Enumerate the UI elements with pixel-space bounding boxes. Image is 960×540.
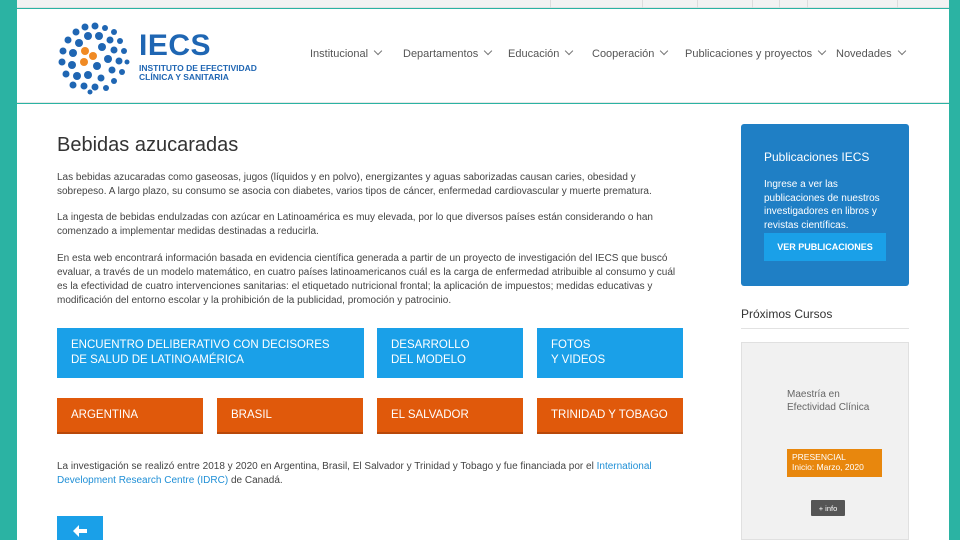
- fotos-videos-button[interactable]: Fotos y videos: [537, 328, 683, 378]
- utility-divider: [752, 0, 753, 8]
- page-title: Bebidas azucaradas: [57, 134, 239, 156]
- research-paragraph: En esta web encontrará información basad…: [57, 253, 676, 306]
- utility-divider: [550, 0, 551, 8]
- course-name: Maestría en Efectividad Clínica: [787, 389, 870, 413]
- course-start: Inicio: Marzo, 2020: [792, 461, 864, 472]
- nav-novedades[interactable]: Novedades: [836, 46, 906, 60]
- courses-heading: Próximos Cursos: [741, 307, 833, 321]
- nav-label: Cooperación: [592, 48, 655, 60]
- publications-card: Publicaciones IECS Ingrese a ver las pub…: [741, 124, 909, 286]
- nav-label: Novedades: [836, 48, 892, 60]
- utility-divider: [697, 0, 698, 8]
- logo-subtitle: INSTITUTO DE EFECTIVIDAD CLÍNICA Y SANIT…: [139, 64, 257, 82]
- brasil-button[interactable]: Brasil: [217, 398, 363, 434]
- nav-label: Educación: [508, 48, 560, 60]
- site-header: IECS INSTITUTO DE EFECTIVIDAD CLÍNICA Y …: [17, 9, 949, 103]
- course-status-badge: PRESENCIAL Inicio: Marzo, 2020: [787, 449, 882, 477]
- consumption-paragraph: La ingesta de bebidas endulzadas con azú…: [57, 212, 653, 237]
- nav-label: Departamentos: [403, 48, 479, 60]
- funding-paragraph: La investigación se realizó entre 2018 y…: [57, 460, 697, 488]
- funding-text: La investigación se realizó entre 2018 y…: [57, 461, 597, 472]
- logo-dots-icon: [58, 22, 130, 95]
- chevron-down-icon: [565, 46, 574, 56]
- button-line: Desarrollo: [391, 339, 470, 351]
- logo-subtitle-line2: CLÍNICA Y SANITARIA: [139, 72, 229, 82]
- iecs-logo[interactable]: IECS INSTITUTO DE EFECTIVIDAD CLÍNICA Y …: [57, 21, 277, 95]
- desarrollo-modelo-button[interactable]: Desarrollo del modelo: [377, 328, 523, 378]
- utility-divider: [897, 0, 898, 8]
- button-label: Trinidad y Tobago: [551, 408, 668, 421]
- chevron-down-icon: [373, 46, 383, 56]
- main-content: Bebidas azucaradas Las bebidas azucarada…: [17, 104, 949, 540]
- intro-paragraph: Las bebidas azucaradas como gaseosas, ju…: [57, 172, 652, 197]
- chevron-down-icon: [897, 46, 906, 56]
- top-utility-bar: [17, 0, 949, 8]
- logo-name: IECS: [139, 29, 212, 62]
- utility-divider: [807, 0, 808, 8]
- nav-institucional[interactable]: Institucional: [310, 46, 383, 60]
- button-label: Brasil: [231, 408, 272, 421]
- funding-text-end: de Canadá.: [228, 475, 283, 486]
- encuentro-deliberativo-button[interactable]: Encuentro deliberativo con decisores de s…: [57, 328, 364, 378]
- back-button[interactable]: [57, 516, 103, 540]
- button-line: Encuentro deliberativo con decisores: [71, 339, 330, 351]
- button-label: Argentina: [71, 408, 139, 421]
- button-label: El Salvador: [391, 408, 469, 421]
- nav-label: Publicaciones y proyectos: [685, 48, 813, 60]
- argentina-button[interactable]: Argentina: [57, 398, 203, 434]
- publications-description: Ingrese a ver las publicaciones de nuest…: [764, 179, 880, 231]
- utility-divider: [642, 0, 643, 8]
- utility-divider: [779, 0, 780, 8]
- trinidad-tobago-button[interactable]: Trinidad y Tobago: [537, 398, 683, 434]
- button-line: del modelo: [391, 354, 466, 366]
- nav-publicaciones[interactable]: Publicaciones y proyectos: [685, 46, 827, 60]
- chevron-down-icon: [660, 46, 669, 56]
- course-card: Maestría en Efectividad Clínica PRESENCI…: [741, 342, 909, 540]
- arrow-left-icon: [73, 525, 87, 537]
- nav-label: Institucional: [310, 48, 369, 60]
- nav-departamentos[interactable]: Departamentos: [403, 46, 493, 60]
- course-more-info-button[interactable]: + info: [811, 500, 845, 516]
- courses-divider: [741, 328, 909, 329]
- button-line: y videos: [551, 354, 606, 366]
- chevron-down-icon: [483, 46, 493, 56]
- el-salvador-button[interactable]: El Salvador: [377, 398, 523, 434]
- publications-title: Publicaciones IECS: [764, 150, 870, 164]
- nav-cooperacion[interactable]: Cooperación: [592, 46, 669, 60]
- ver-publicaciones-button[interactable]: VER PUBLICACIONES: [764, 233, 886, 261]
- button-line: Fotos: [551, 339, 591, 351]
- nav-educacion[interactable]: Educación: [508, 46, 574, 60]
- button-line: de salud de Latinoamérica: [71, 354, 244, 366]
- chevron-down-icon: [817, 46, 827, 56]
